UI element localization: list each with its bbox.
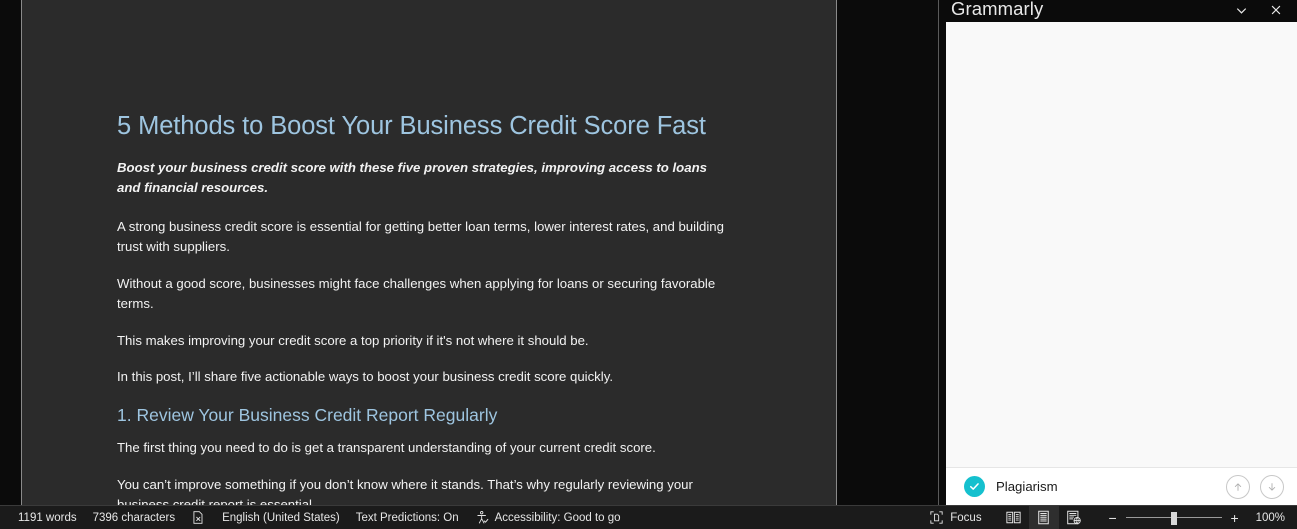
zoom-slider-handle[interactable] — [1170, 511, 1177, 525]
grammarly-plagiarism-row[interactable]: Plagiarism — [946, 467, 1297, 505]
status-bar: 1191 words 7396 characters English (Unit… — [0, 505, 1297, 529]
grammarly-panel-header: Grammarly — [939, 0, 1297, 22]
zoom-slider[interactable]: − + — [1104, 506, 1244, 529]
web-layout-icon — [1065, 509, 1082, 526]
document-editing-area[interactable]: 5 Methods to Boost Your Business Credit … — [0, 0, 938, 505]
document-paragraph: You can’t improve something if you don’t… — [117, 477, 693, 505]
zoom-out-button[interactable]: − — [1104, 506, 1122, 529]
accessibility-icon — [475, 510, 490, 525]
grammarly-suggestions-area[interactable] — [946, 22, 1297, 467]
close-icon[interactable] — [1267, 2, 1284, 19]
document-heading: 1. Review Your Business Credit Report Re… — [117, 405, 498, 426]
zoom-level-label[interactable]: 100% — [1256, 512, 1285, 524]
zoom-in-button[interactable]: + — [1226, 506, 1244, 529]
grammarly-panel-body: Plagiarism — [946, 22, 1297, 505]
text-predictions-status[interactable]: Text Predictions: On — [348, 506, 467, 529]
focus-mode-button[interactable]: Focus — [921, 506, 989, 529]
plagiarism-label: Plagiarism — [996, 479, 1058, 494]
status-bar-left: 1191 words 7396 characters English (Unit… — [10, 506, 629, 529]
print-layout-icon — [1035, 509, 1052, 526]
proofing-errors-glyph — [191, 510, 206, 525]
proofing-errors-icon[interactable] — [183, 506, 214, 529]
view-read-mode-button[interactable] — [999, 506, 1029, 529]
read-mode-icon — [1005, 509, 1022, 526]
document-content[interactable]: 5 Methods to Boost Your Business Credit … — [22, 0, 836, 505]
document-paragraph: A strong business credit score is essent… — [117, 219, 724, 255]
status-bar-right: Focus − + 100% — [921, 505, 1289, 529]
document-subtitle: Boost your business credit score with th… — [117, 160, 707, 196]
document-title: 5 Methods to Boost Your Business Credit … — [117, 112, 706, 140]
accessibility-label: Accessibility: Good to go — [494, 511, 621, 524]
grammarly-panel-title: Grammarly — [951, 0, 1044, 19]
arrow-up-icon[interactable] — [1226, 474, 1250, 499]
document-paragraph: This makes improving your credit score a… — [117, 332, 589, 348]
character-count[interactable]: 7396 characters — [85, 506, 183, 529]
grammarly-panel-header-actions — [1233, 0, 1284, 22]
view-web-layout-button[interactable] — [1059, 506, 1089, 529]
document-paragraph: The first thing you need to do is get a … — [117, 440, 656, 456]
document-paragraph: In this post, I’ll share five actionable… — [117, 369, 613, 385]
document-page[interactable]: 5 Methods to Boost Your Business Credit … — [21, 0, 837, 505]
word-document-window: 5 Methods to Boost Your Business Credit … — [0, 0, 1297, 529]
check-circle-icon — [964, 476, 985, 497]
word-count[interactable]: 1191 words — [10, 506, 85, 529]
chevron-down-icon[interactable] — [1233, 2, 1250, 19]
zoom-slider-track[interactable] — [1125, 506, 1222, 529]
focus-label: Focus — [950, 511, 982, 524]
arrow-down-icon[interactable] — [1260, 474, 1284, 499]
document-paragraph: Without a good score, businesses might f… — [117, 276, 716, 311]
focus-icon — [929, 510, 944, 525]
language-status[interactable]: English (United States) — [214, 506, 348, 529]
accessibility-status[interactable]: Accessibility: Good to go — [467, 506, 629, 529]
grammarly-panel: Grammarly Plagiarism — [938, 0, 1297, 505]
view-print-layout-button[interactable] — [1028, 505, 1059, 529]
